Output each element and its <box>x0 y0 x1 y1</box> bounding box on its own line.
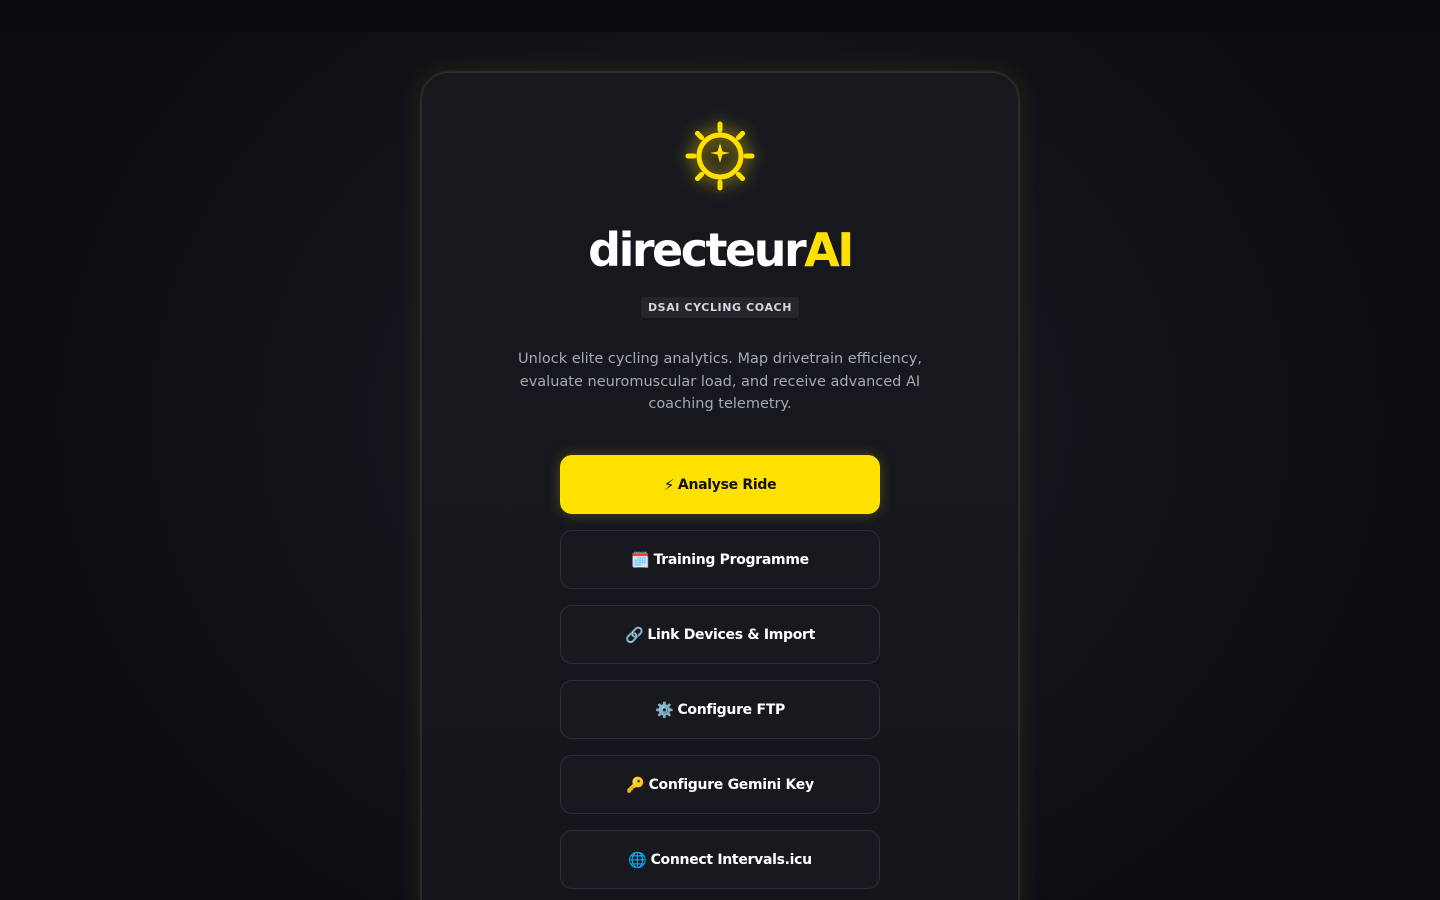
subtitle-badge: DSAI CYCLING COACH <box>640 297 800 318</box>
app-title: directeurAI <box>0 222 1440 278</box>
link-devices-button[interactable]: 🔗 Link Devices & Import <box>560 605 880 664</box>
top-bar <box>0 0 1440 32</box>
training-programme-button[interactable]: 🗓️ Training Programme <box>560 530 880 589</box>
link-devices-label: Link Devices & Import <box>647 626 816 643</box>
calendar-icon: 🗓️ <box>631 550 650 569</box>
configure-gemini-key-button[interactable]: 🔑 Configure Gemini Key <box>560 755 880 814</box>
sun-gear-sparkle-icon <box>680 116 760 196</box>
analyse-ride-button[interactable]: ⚡ Analyse Ride <box>560 455 880 514</box>
app-title-main: directeur <box>588 223 806 277</box>
link-icon: 🔗 <box>624 625 644 644</box>
app-description: Unlock elite cycling analytics. Map driv… <box>518 351 922 412</box>
configure-ftp-label: Configure FTP <box>677 701 785 718</box>
connect-intervals-button[interactable]: 🌐 Connect Intervals.icu <box>560 830 880 889</box>
configure-gemini-key-label: Configure Gemini Key <box>648 776 815 793</box>
configure-ftp-button[interactable]: ⚙️ Configure FTP <box>560 680 880 739</box>
connect-intervals-label: Connect Intervals.icu <box>650 851 813 868</box>
page: directeurAI DSAI CYCLING COACH Unlock el… <box>0 0 1440 900</box>
key-icon: 🔑 <box>626 775 645 794</box>
gear-icon: ⚙️ <box>655 700 674 719</box>
analyse-ride-label: Analyse Ride <box>677 476 777 493</box>
training-programme-label: Training Programme <box>653 551 810 568</box>
app-title-accent: AI <box>804 223 854 277</box>
globe-icon: 🌐 <box>628 850 647 869</box>
lightning-icon: ⚡ <box>663 475 675 494</box>
